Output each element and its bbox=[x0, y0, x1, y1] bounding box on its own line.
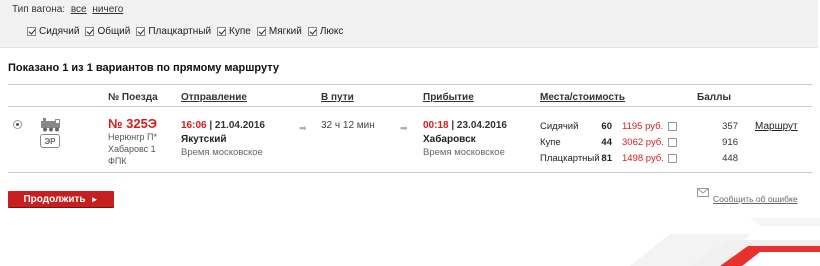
seat-class: Плацкартный bbox=[540, 153, 600, 164]
continue-button-label: Продолжить bbox=[23, 193, 86, 205]
seat-price: 1498 руб. bbox=[622, 153, 664, 164]
arrival-date: | 23.04.2016 bbox=[451, 120, 507, 131]
divider-top bbox=[8, 84, 812, 85]
arrival-city: Хабаровск bbox=[423, 134, 476, 145]
checkbox-checked-icon[interactable] bbox=[85, 27, 95, 36]
arrival-datetime: 00:18 | 23.04.2016 bbox=[423, 120, 507, 131]
checkbox-obshchiy[interactable]: Общий bbox=[85, 26, 130, 37]
envelope-icon bbox=[697, 188, 709, 197]
departure-time: 16:06 bbox=[181, 120, 207, 131]
checkbox-sidyachiy[interactable]: Сидячий bbox=[27, 26, 79, 37]
train-number[interactable]: № 325Э bbox=[108, 116, 157, 131]
seat-count: 60 bbox=[601, 121, 612, 132]
seat-points: 448 bbox=[722, 153, 738, 164]
checkbox-lyuks[interactable]: Люкс bbox=[307, 26, 343, 37]
brand-logo-decoration-icon bbox=[630, 218, 820, 266]
seat-class: Сидячий bbox=[540, 121, 579, 132]
electronic-registration-badge: ЭР bbox=[40, 134, 60, 148]
departure-datetime: 16:06 | 21.04.2016 bbox=[181, 120, 265, 131]
seat-class-checkbox[interactable] bbox=[668, 122, 677, 131]
seat-class-checkbox[interactable] bbox=[668, 138, 677, 147]
arrow-right-icon: ➡ bbox=[299, 123, 307, 133]
select-none-link[interactable]: ничего bbox=[92, 4, 123, 15]
checkbox-checked-icon[interactable] bbox=[27, 27, 36, 36]
arrow-right-icon: ➡ bbox=[400, 123, 408, 133]
wagon-type-filter: Тип вагона: все ничего Сидячий Общий Пла… bbox=[0, 0, 818, 48]
train-carrier: ФПК bbox=[108, 156, 127, 166]
checkbox-checked-icon[interactable] bbox=[217, 27, 227, 36]
departure-date: | 21.04.2016 bbox=[209, 120, 265, 131]
seat-points: 916 bbox=[722, 137, 738, 148]
select-all-link[interactable]: все bbox=[71, 4, 87, 15]
train-route-from: Нерюнгр П* bbox=[108, 132, 157, 142]
chevron-right-icon: ► bbox=[90, 194, 99, 204]
train-select-radio[interactable] bbox=[13, 120, 22, 129]
results-summary: Показано 1 из 1 вариантов по прямому мар… bbox=[8, 62, 280, 74]
checkbox-kupe[interactable]: Купе bbox=[217, 26, 251, 37]
checkbox-platskartny[interactable]: Плацкартный bbox=[136, 26, 211, 37]
seat-class: Купе bbox=[540, 137, 561, 148]
checkbox-checked-icon[interactable] bbox=[307, 27, 317, 36]
train-route-to: Хабаровс 1 bbox=[108, 144, 156, 154]
report-error-link[interactable]: Сообщить об ошибке bbox=[713, 194, 798, 204]
travel-duration: 32 ч 12 мин bbox=[321, 120, 375, 131]
divider-bottom bbox=[8, 172, 812, 173]
arrival-timezone: Время московское bbox=[423, 147, 505, 158]
col-points: Баллы bbox=[697, 92, 731, 103]
checkbox-checked-icon[interactable] bbox=[256, 27, 266, 36]
filter-header: Тип вагона: все ничего bbox=[12, 4, 123, 15]
continue-button[interactable]: Продолжить ► bbox=[8, 191, 114, 207]
route-link[interactable]: Маршрут bbox=[755, 121, 798, 132]
train-icon bbox=[41, 118, 60, 132]
col-train-number: № Поезда bbox=[108, 92, 158, 103]
departure-timezone: Время московское bbox=[181, 147, 263, 158]
col-arrival[interactable]: Прибытие bbox=[423, 92, 474, 103]
col-travel-time[interactable]: В пути bbox=[321, 92, 354, 103]
seat-price: 3062 руб. bbox=[622, 137, 664, 148]
seat-class-checkbox[interactable] bbox=[668, 154, 677, 163]
checkbox-checked-icon[interactable] bbox=[136, 27, 146, 36]
checkbox-myagkiy[interactable]: Мягкий bbox=[256, 26, 302, 37]
divider-header bbox=[8, 106, 812, 107]
col-seats-price[interactable]: Места/стоимость bbox=[540, 92, 625, 103]
arrival-time: 00:18 bbox=[423, 120, 449, 131]
seat-count: 81 bbox=[601, 153, 612, 164]
col-departure[interactable]: Отправление bbox=[181, 92, 247, 103]
seat-points: 357 bbox=[722, 121, 738, 132]
filter-label: Тип вагона: bbox=[12, 4, 66, 15]
wagon-type-checkboxes: Сидячий Общий Плацкартный Купе Мягкий Лю… bbox=[27, 26, 349, 37]
seat-count: 44 bbox=[601, 137, 612, 148]
seat-price: 1195 руб. bbox=[622, 121, 664, 132]
departure-city: Якутский bbox=[181, 134, 227, 145]
